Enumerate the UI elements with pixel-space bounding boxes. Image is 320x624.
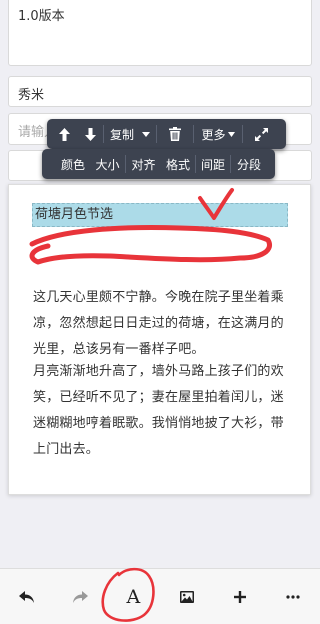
redo-icon bbox=[72, 590, 88, 603]
block-toolbar: 复制 更多 bbox=[47, 119, 286, 149]
paragraph-2[interactable]: 月亮渐渐地升高了，墙外马路上孩子们的欢笑，已经听不见了；妻在屋里拍着闰儿，迷迷糊… bbox=[33, 359, 295, 463]
text-format-button[interactable]: A bbox=[113, 577, 153, 617]
spacing-label: 间距 bbox=[200, 157, 225, 172]
move-down-button[interactable] bbox=[77, 119, 103, 149]
format-label: 格式 bbox=[165, 157, 190, 172]
selected-title-block[interactable]: 荷塘月色节选 bbox=[32, 203, 288, 227]
copy-button[interactable]: 复制 bbox=[104, 119, 156, 149]
arrow-up-icon bbox=[58, 127, 70, 141]
undo-icon bbox=[18, 590, 34, 603]
expand-icon bbox=[254, 127, 268, 141]
arrow-down-icon bbox=[84, 127, 96, 141]
article-editor[interactable]: 荷塘月色节选 这几天心里颇不宁静。今晚在院子里坐着乘凉，忽然想起日日走过的荷塘，… bbox=[8, 184, 311, 495]
trash-icon bbox=[169, 127, 181, 141]
more-options-button[interactable] bbox=[273, 577, 313, 617]
more-button[interactable]: 更多 bbox=[194, 119, 242, 149]
version-field[interactable]: 1.0版本 bbox=[8, 0, 312, 66]
author-value: 秀米 bbox=[18, 88, 45, 103]
color-button[interactable]: 颜色 bbox=[56, 149, 90, 179]
caret-down-icon bbox=[142, 131, 150, 137]
article-title: 荷塘月色节选 bbox=[35, 207, 114, 222]
paragraph-1[interactable]: 这几天心里颇不宁静。今晚在院子里坐着乘凉，忽然想起日日走过的荷塘，在这满月的光里… bbox=[33, 285, 295, 363]
align-label: 对齐 bbox=[131, 157, 156, 172]
undo-button[interactable] bbox=[7, 577, 47, 617]
copy-label: 复制 bbox=[109, 127, 134, 142]
caret-down-icon bbox=[227, 131, 235, 137]
paragraph-button[interactable]: 分段 bbox=[231, 149, 267, 179]
format-button[interactable]: 格式 bbox=[161, 149, 195, 179]
redo-button[interactable] bbox=[60, 577, 100, 617]
insert-image-button[interactable] bbox=[167, 577, 207, 617]
size-label: 大小 bbox=[95, 157, 120, 172]
align-button[interactable]: 对齐 bbox=[126, 149, 161, 179]
move-up-button[interactable] bbox=[51, 119, 77, 149]
expand-button[interactable] bbox=[243, 119, 279, 149]
delete-button[interactable] bbox=[157, 119, 193, 149]
paragraph-label: 分段 bbox=[236, 157, 261, 172]
author-field[interactable]: 秀米 bbox=[8, 76, 312, 107]
bottom-action-bar: A bbox=[0, 568, 320, 624]
size-button[interactable]: 大小 bbox=[90, 149, 125, 179]
add-icon bbox=[233, 590, 246, 603]
more-label: 更多 bbox=[201, 127, 226, 142]
spacing-button[interactable]: 间距 bbox=[196, 149, 230, 179]
version-value: 1.0版本 bbox=[18, 9, 65, 24]
image-icon bbox=[179, 590, 194, 603]
add-button[interactable] bbox=[220, 577, 260, 617]
more-icon bbox=[286, 594, 300, 599]
format-toolbar: 颜色 大小 对齐 格式 间距 分段 bbox=[42, 149, 275, 179]
text-format-icon: A bbox=[126, 585, 141, 608]
color-label: 颜色 bbox=[60, 157, 85, 172]
